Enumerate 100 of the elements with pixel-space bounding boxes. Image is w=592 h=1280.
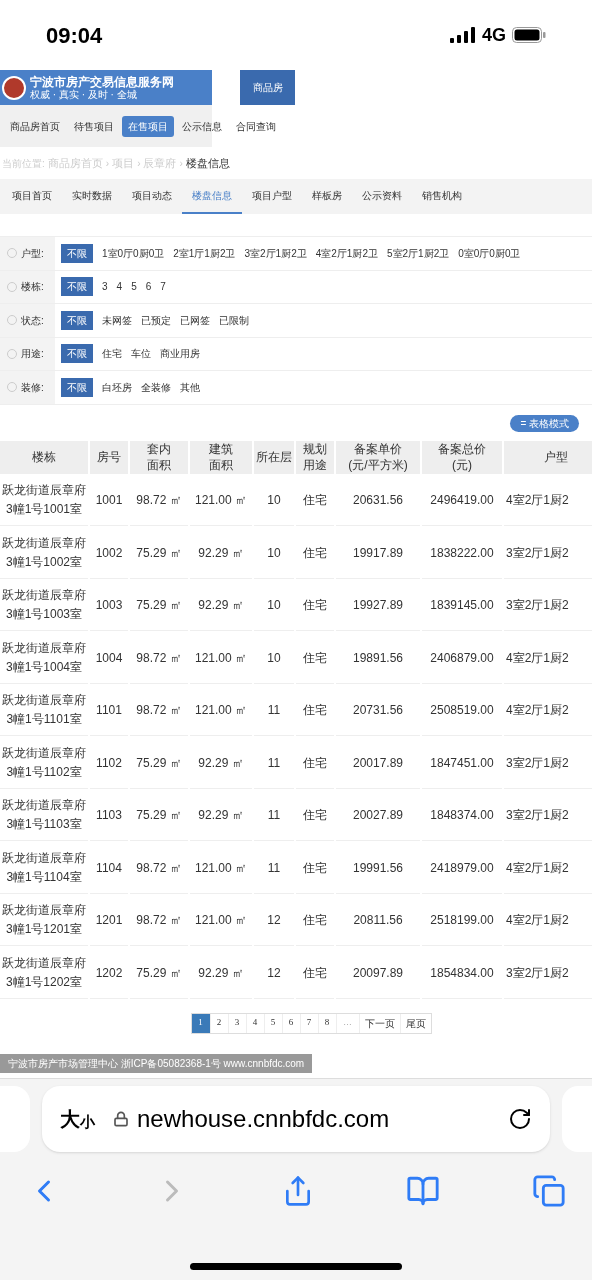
- filter-option[interactable]: 5: [131, 279, 137, 295]
- filter-option[interactable]: 白坯房: [102, 379, 132, 395]
- project-tab[interactable]: 项目户型: [242, 179, 302, 214]
- table-cell: 121.00 ㎡: [190, 475, 252, 526]
- table-cell: 2518199.00: [422, 895, 502, 946]
- filter-option[interactable]: 6: [145, 279, 152, 295]
- filter-option[interactable]: 5室2厅1厨2卫: [387, 245, 450, 261]
- table-cell: 住宅: [296, 580, 334, 631]
- filter-option[interactable]: 已网签: [180, 312, 210, 328]
- nav-link[interactable]: 待售项目: [68, 115, 120, 137]
- page-link[interactable]: 2: [209, 1013, 228, 1033]
- table-cell: 跃龙街道辰章府3幢1号1104室: [0, 843, 88, 894]
- table-cell: 75.29 ㎡: [130, 528, 188, 579]
- breadcrumb-link[interactable]: 楼盘信息: [185, 154, 230, 172]
- table-mode-button[interactable]: = 表格模式: [510, 415, 579, 432]
- filter-option[interactable]: 车位: [131, 346, 151, 362]
- table-cell: 跃龙街道辰章府3幢1号1101室: [0, 685, 88, 736]
- tabs-icon[interactable]: [532, 1174, 566, 1208]
- page-link[interactable]: 7: [299, 1013, 318, 1033]
- page-link[interactable]: 3: [227, 1013, 246, 1033]
- table-cell: 10: [254, 633, 294, 684]
- page-link[interactable]: 5: [263, 1013, 282, 1033]
- nav-link[interactable]: 公示信息: [176, 115, 228, 137]
- page-ellipsis: …: [335, 1013, 359, 1033]
- table-cell: 1848374.00: [422, 790, 502, 841]
- filter-option[interactable]: 未网签: [102, 312, 132, 328]
- filter-option[interactable]: 已限制: [219, 312, 249, 328]
- project-tab[interactable]: 公示资料: [352, 179, 412, 214]
- filter-option[interactable]: 不限: [61, 310, 93, 330]
- project-tab[interactable]: 项目动态: [122, 179, 182, 214]
- nav-link[interactable]: 在售项目: [122, 115, 174, 137]
- page-link[interactable]: 6: [281, 1013, 300, 1033]
- table-cell: 121.00 ㎡: [190, 633, 252, 684]
- filter-option[interactable]: 其他: [180, 379, 200, 395]
- table-cell: 19991.56: [336, 843, 420, 894]
- filter-option[interactable]: 已预定: [141, 312, 171, 328]
- filter-option[interactable]: 2室1厅1厨2卫: [173, 245, 236, 261]
- address-bar[interactable]: 大小 newhouse.cnnbfdc.com: [42, 1086, 550, 1152]
- reload-icon[interactable]: [508, 1107, 532, 1131]
- table-cell: 1004: [90, 633, 128, 684]
- filter-option[interactable]: 7: [160, 279, 166, 295]
- table-cell: 住宅: [296, 528, 334, 579]
- table-cell: 跃龙街道辰章府3幢1号1004室: [0, 633, 88, 684]
- network-label: 4G: [482, 23, 506, 47]
- table-cell: 1001: [90, 475, 128, 526]
- table-cell: 住宅: [296, 738, 334, 789]
- filter-option[interactable]: 3室2厅1厨2卫: [244, 245, 307, 261]
- nav-link[interactable]: 商品房首页: [4, 115, 66, 137]
- table-cell: 10: [254, 528, 294, 579]
- filter-option[interactable]: 不限: [61, 277, 93, 297]
- filter-option[interactable]: 3: [102, 279, 108, 295]
- table-cell: 98.72 ㎡: [130, 843, 188, 894]
- table-cell: 92.29 ㎡: [190, 738, 252, 789]
- nav-link[interactable]: 合同查询: [230, 115, 282, 137]
- table-cell: 跃龙街道辰章府3幢1号1103室: [0, 790, 88, 841]
- table-cell: 2406879.00: [422, 633, 502, 684]
- site-title: 宁波市房产交易信息服务网: [30, 75, 174, 88]
- table-cell: 1838222.00: [422, 528, 502, 579]
- project-tab[interactable]: 实时数据: [62, 179, 122, 214]
- filter-option[interactable]: 不限: [61, 243, 93, 263]
- filter-option[interactable]: 不限: [61, 377, 93, 397]
- table-cell: 98.72 ㎡: [130, 895, 188, 946]
- table-cell: 3室2厅1厨2: [504, 528, 592, 579]
- nav-tab[interactable]: 商品房: [240, 70, 295, 105]
- next-page-link[interactable]: 下一页: [358, 1013, 400, 1033]
- table-cell: 4室2厅1厨2: [504, 843, 592, 894]
- site-slogan: 权威 · 真实 · 及时 · 全城: [30, 89, 138, 100]
- table-cell: 1102: [90, 738, 128, 789]
- filter-option[interactable]: 不限: [61, 344, 93, 364]
- project-tab[interactable]: 楼盘信息: [182, 179, 242, 214]
- battery-icon: [512, 27, 546, 43]
- filter-option[interactable]: 住宅: [102, 346, 122, 362]
- bookmarks-icon[interactable]: [406, 1174, 440, 1208]
- table-cell: 3室2厅1厨2: [504, 790, 592, 841]
- filter-option[interactable]: 4: [116, 279, 123, 295]
- column-header: 规划用途: [296, 440, 334, 474]
- filter-label: 用途:: [21, 347, 44, 362]
- breadcrumb-separator: ›: [105, 156, 110, 171]
- filter-option[interactable]: 全装修: [141, 379, 171, 395]
- last-page-link[interactable]: 尾页: [399, 1013, 431, 1033]
- column-header: 楼栋: [0, 440, 88, 474]
- table-cell: 11: [254, 685, 294, 736]
- table-cell: 2418979.00: [422, 843, 502, 894]
- project-tab[interactable]: 销售机构: [412, 179, 472, 214]
- project-tab[interactable]: 样板房: [302, 179, 352, 214]
- filter-option[interactable]: 4室2厅1厨2卫: [315, 245, 378, 261]
- project-tab[interactable]: 项目首页: [2, 179, 62, 214]
- filter-label: 状态:: [21, 313, 44, 328]
- table-cell: 75.29 ㎡: [130, 790, 188, 841]
- column-header: 房号: [90, 440, 128, 474]
- filter-option[interactable]: 商业用房: [160, 346, 200, 362]
- column-header: 备案单价 (元/平方米): [336, 440, 420, 474]
- page-link[interactable]: 4: [245, 1013, 264, 1033]
- filter-option[interactable]: 0室0厅0厨0卫: [458, 245, 521, 261]
- text-size-button[interactable]: 大小: [60, 1109, 95, 1129]
- page-link[interactable]: 8: [317, 1013, 336, 1033]
- page-link[interactable]: 1: [191, 1013, 210, 1033]
- table-cell: 住宅: [296, 843, 334, 894]
- table-cell: 跃龙街道辰章府3幢1号1001室: [0, 475, 88, 526]
- filter-option[interactable]: 1室0厅0厨0卫: [102, 245, 165, 261]
